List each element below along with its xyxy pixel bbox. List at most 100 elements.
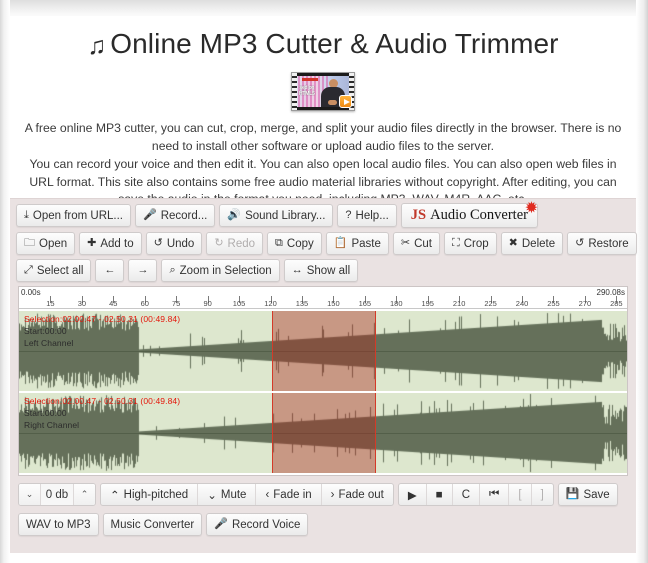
paste-button[interactable]: 📋 Paste	[325, 232, 389, 255]
fade-out-button[interactable]: › Fade out	[322, 484, 393, 505]
button-label: Select all	[36, 264, 84, 277]
save-button[interactable]: 💾 Save	[557, 483, 618, 506]
volume-down-button[interactable]: ⌄	[19, 484, 40, 505]
playback-controls-bar: ⌄ 0 db ⌃ ⌃ High-pitched ⌄ Mute ‹ Fade in › Fade…	[10, 476, 636, 506]
ruler-tick-label: 90	[203, 299, 212, 308]
chevron-up-icon: ⌃	[110, 489, 120, 502]
stop-button[interactable]: ■	[427, 484, 453, 505]
magnifier-icon: ⌕	[169, 264, 176, 276]
button-label: ⏮	[489, 488, 500, 500]
js-audio-converter-logo[interactable]: JS Audio Converter ✹	[400, 200, 539, 228]
zoom-in-selection-button[interactable]: ⌕ Zoom in Selection	[161, 259, 280, 282]
waveform-channel-left[interactable]: Selection:02.00.47 - 02.50.31 (00:49.84)…	[19, 311, 627, 391]
select-all-icon: ⤢	[24, 264, 33, 276]
arrow-right-button[interactable]: →	[128, 259, 158, 282]
button-label: Fade out	[338, 488, 384, 501]
ruler-tick-label: 165	[358, 299, 372, 308]
skip-to-start-button[interactable]: ⏮	[480, 484, 510, 505]
ruler-tick-label: 195	[421, 299, 434, 308]
close-x-icon: ✖	[508, 237, 518, 249]
tab-wav-to-mp3[interactable]: WAV to MP3	[18, 513, 99, 536]
sound-library-button[interactable]: 🔊 Sound Library...	[219, 204, 334, 227]
tab-label: Record Voice	[231, 518, 301, 531]
selection-region[interactable]	[271, 393, 376, 473]
waveform-channel-right[interactable]: Selection:02.00.47 - 02.50.31 (00:49.84)…	[19, 393, 627, 473]
play-icon[interactable]	[339, 95, 352, 108]
speaker-icon: 🔊	[227, 209, 242, 221]
tab-label: Music Converter	[110, 518, 195, 531]
open-from-url-button[interactable]: ⤓ Open from URL...	[16, 204, 131, 227]
download-icon: ⤓	[24, 209, 29, 221]
plus-icon: ✚	[87, 237, 97, 249]
page-description: A free online MP3 cutter, you can cut, c…	[18, 120, 628, 209]
selection-region[interactable]	[271, 311, 376, 391]
start-label: Start:00:00	[24, 326, 67, 336]
tab-record-voice[interactable]: 🎤 Record Voice	[206, 513, 309, 536]
promo-video-thumbnail[interactable]: sed on HTML5	[291, 72, 355, 111]
time-ruler[interactable]: 0.00s 290.08s 15 30 45 60 75 90 105 120 135 150 16…	[19, 287, 627, 309]
ruler-tick-label: 135	[295, 299, 309, 308]
ruler-tick-label: 105	[232, 299, 246, 308]
playback-controls-row: ⌄ 0 db ⌃ ⌃ High-pitched ⌄ Mute ‹ Fade in › Fade…	[18, 483, 628, 506]
restore-arrow-icon: ↺	[575, 237, 585, 249]
open-button[interactable]: 🗀 Open	[16, 232, 76, 255]
button-label: Mute	[220, 488, 247, 501]
ruler-tick-label: 120	[264, 299, 277, 308]
presenter-hands	[328, 100, 337, 105]
save-button-label: Save	[583, 488, 610, 501]
editor-toolbar: ⤓ Open from URL... 🎤 Record... 🔊 Sound Librar…	[10, 199, 637, 282]
select-all-button[interactable]: ⤢ Select all	[16, 259, 92, 282]
audio-editor-panel: ⤓ Open from URL... 🎤 Record... 🔊 Sound Librar…	[10, 198, 637, 553]
selection-label: Selection:02.00.47 - 02.50.31 (00:49.84)	[24, 396, 181, 406]
folder-icon: 🗀	[24, 237, 35, 249]
ruler-tick-label: 45	[109, 299, 118, 308]
copy-button[interactable]: ⧉ Copy	[267, 232, 322, 255]
waveform-panel[interactable]: 0.00s 290.08s 15 30 45 60 75 90 105 120 135 150 16…	[18, 286, 628, 476]
restore-button[interactable]: ↺ Restore	[567, 232, 637, 255]
video-thumbnail-wrapper: sed on HTML5	[10, 72, 636, 111]
ruler-tick-label: 150	[327, 299, 340, 308]
fade-in-button[interactable]: ‹ Fade in	[256, 484, 322, 505]
microphone-icon: 🎤	[214, 518, 228, 530]
toolbar-row-edit: 🗀 Open ✚ Add to ↺ Undo ↻ Redo ⧉ Copy 📋 Paste ✂ Cut ⛶ Cr…	[16, 232, 637, 255]
undo-arrow-icon: ↺	[153, 237, 163, 249]
mark-in-button[interactable]: [	[509, 484, 532, 505]
tab-music-converter[interactable]: Music Converter	[102, 513, 203, 536]
fade-in-icon: ‹	[265, 488, 270, 501]
ruler-start-label: 0.00s	[21, 288, 41, 297]
button-label: Restore	[588, 237, 629, 250]
mark-out-button[interactable]: ]	[532, 484, 553, 505]
ruler-tick-label: 255	[547, 299, 560, 308]
arrow-right-icon: →	[137, 264, 149, 276]
button-label: ]	[540, 488, 544, 501]
button-label: C	[461, 488, 471, 501]
show-all-button[interactable]: ↔ Show all	[283, 259, 359, 282]
selection-label: Selection:02.00.47 - 02.50.31 (00:49.84)	[24, 314, 181, 324]
logo-name-text: Audio Converter	[430, 207, 528, 223]
play-button[interactable]: ▶	[399, 484, 427, 505]
loop-button[interactable]: C	[453, 484, 481, 505]
logo-js-text: JS	[410, 207, 427, 223]
crop-button[interactable]: ⛶ Crop	[444, 232, 497, 255]
volume-up-button[interactable]: ⌃	[74, 484, 95, 505]
cut-button[interactable]: ✂ Cut	[392, 232, 441, 255]
page-right-edge	[636, 0, 648, 563]
page-title: ♫ Online MP3 Cutter & Audio Trimmer	[36, 28, 610, 62]
arrow-left-button[interactable]: ←	[95, 259, 125, 282]
button-label: Cut	[414, 237, 433, 250]
volume-stepper[interactable]: ⌄ 0 db ⌃	[18, 483, 96, 506]
ruler-tick-label: 225	[484, 299, 497, 308]
volume-value: 0 db	[40, 484, 74, 505]
record-button[interactable]: 🎤 Record...	[135, 204, 216, 227]
chevron-down-button[interactable]: ⌄ Mute	[198, 484, 257, 505]
logo-badge-icon: ✹	[524, 200, 539, 217]
help-button[interactable]: ? Help...	[337, 204, 397, 227]
tab-label: WAV to MP3	[26, 518, 91, 531]
fade-out-icon: ›	[330, 488, 335, 501]
chevron-up-button[interactable]: ⌃ High-pitched	[101, 484, 199, 505]
add-to-button[interactable]: ✚ Add to	[79, 232, 142, 255]
start-label: Start:00:00	[24, 408, 67, 418]
delete-button[interactable]: ✖ Delete	[500, 232, 564, 255]
undo-button[interactable]: ↺ Undo	[145, 232, 203, 255]
floppy-disk-icon: 💾	[565, 488, 580, 500]
